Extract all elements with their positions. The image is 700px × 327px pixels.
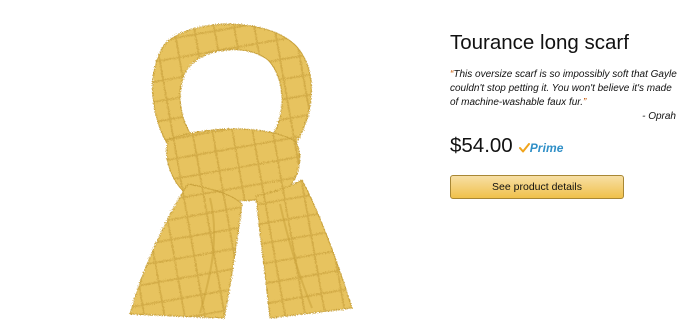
quote-text: This oversize scarf is so impossibly sof…	[450, 69, 677, 108]
product-info: Tourance long scarf “This oversize scarf…	[450, 30, 682, 199]
prime-badge: Prime	[518, 141, 564, 155]
product-image[interactable]	[60, 8, 410, 326]
scarf-illustration	[129, 23, 353, 319]
prime-check-icon	[518, 143, 530, 153]
quote-close-mark: ”	[583, 97, 587, 108]
price: $54.00	[450, 134, 513, 157]
product-card: Tourance long scarf “This oversize scarf…	[0, 0, 700, 327]
prime-label: Prime	[529, 141, 564, 155]
product-title[interactable]: Tourance long scarf	[450, 30, 682, 56]
see-product-details-button[interactable]: See product details	[450, 175, 624, 199]
quote-attribution: - Oprah	[642, 111, 676, 122]
price-row: $54.00 Prime	[450, 128, 682, 158]
review-quote: “This oversize scarf is so impossibly so…	[450, 68, 682, 110]
